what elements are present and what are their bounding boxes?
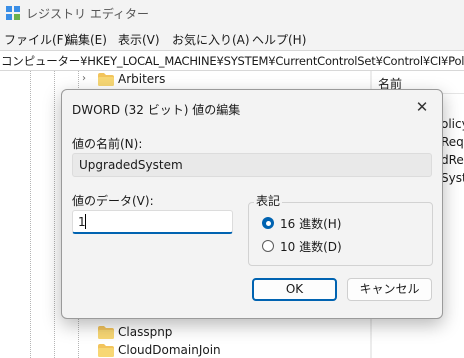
value-name: Req — [441, 135, 464, 149]
tree-item-label: CloudDomainJoin — [118, 343, 221, 357]
value-name: olicyP — [441, 117, 464, 131]
tree-guide-line — [30, 71, 31, 358]
value-name-field: UpgradedSystem — [72, 153, 432, 177]
radio-hexadecimal[interactable] — [262, 217, 274, 229]
menu-favorites[interactable]: お気に入り(A) — [172, 31, 250, 48]
value-name: Syst — [441, 171, 464, 185]
dialog-title: DWORD (32 ビット) 値の編集 — [72, 103, 241, 117]
folder-icon — [98, 326, 114, 339]
tree-item-label: Classpnp — [118, 325, 173, 339]
window-title-bar: レジストリ エディター — [0, 0, 464, 27]
radix-group-box — [248, 202, 433, 266]
address-path: コンピューター¥HKEY_LOCAL_MACHINE¥SYSTEM¥Curren… — [1, 54, 464, 68]
cancel-button[interactable]: キャンセル — [347, 278, 432, 301]
menu-help[interactable]: ヘルプ(H) — [252, 31, 306, 48]
close-icon[interactable]: ✕ — [407, 94, 437, 120]
menu-view[interactable]: 表示(V) — [118, 31, 160, 48]
expand-chevron-icon[interactable]: › — [82, 73, 86, 84]
tree-guide-line — [54, 71, 55, 358]
value-data-label: 値のデータ(V): — [72, 194, 154, 208]
value-name-text: UpgradedSystem — [79, 158, 183, 172]
folder-icon — [98, 344, 114, 357]
menu-file[interactable]: ファイル(F) — [4, 31, 68, 48]
menu-edit[interactable]: 編集(E) — [66, 31, 107, 48]
ok-button[interactable]: OK — [252, 278, 337, 301]
folder-icon — [98, 73, 114, 86]
registry-editor-app-icon — [6, 6, 20, 20]
radio-decimal[interactable] — [262, 240, 274, 252]
radio-decimal-label[interactable]: 10 進数(D) — [280, 238, 342, 255]
edit-dword-dialog: DWORD (32 ビット) 値の編集 ✕ 値の名前(N): UpgradedS… — [61, 89, 443, 319]
menu-bar: ファイル(F) 編集(E) 表示(V) お気に入り(A) ヘルプ(H) — [0, 29, 464, 49]
radix-group-label: 表記 — [254, 192, 283, 209]
window-title: レジストリ エディター — [26, 7, 149, 21]
value-name: dRe — [441, 153, 464, 167]
value-data-input[interactable]: 1 — [72, 210, 233, 234]
radio-hexadecimal-label[interactable]: 16 進数(H) — [280, 215, 341, 232]
text-caret — [85, 214, 86, 229]
address-bar[interactable]: コンピューター¥HKEY_LOCAL_MACHINE¥SYSTEM¥Curren… — [0, 50, 464, 71]
value-name-label: 値の名前(N): — [72, 137, 143, 151]
tree-item-label: Arbiters — [118, 72, 166, 86]
